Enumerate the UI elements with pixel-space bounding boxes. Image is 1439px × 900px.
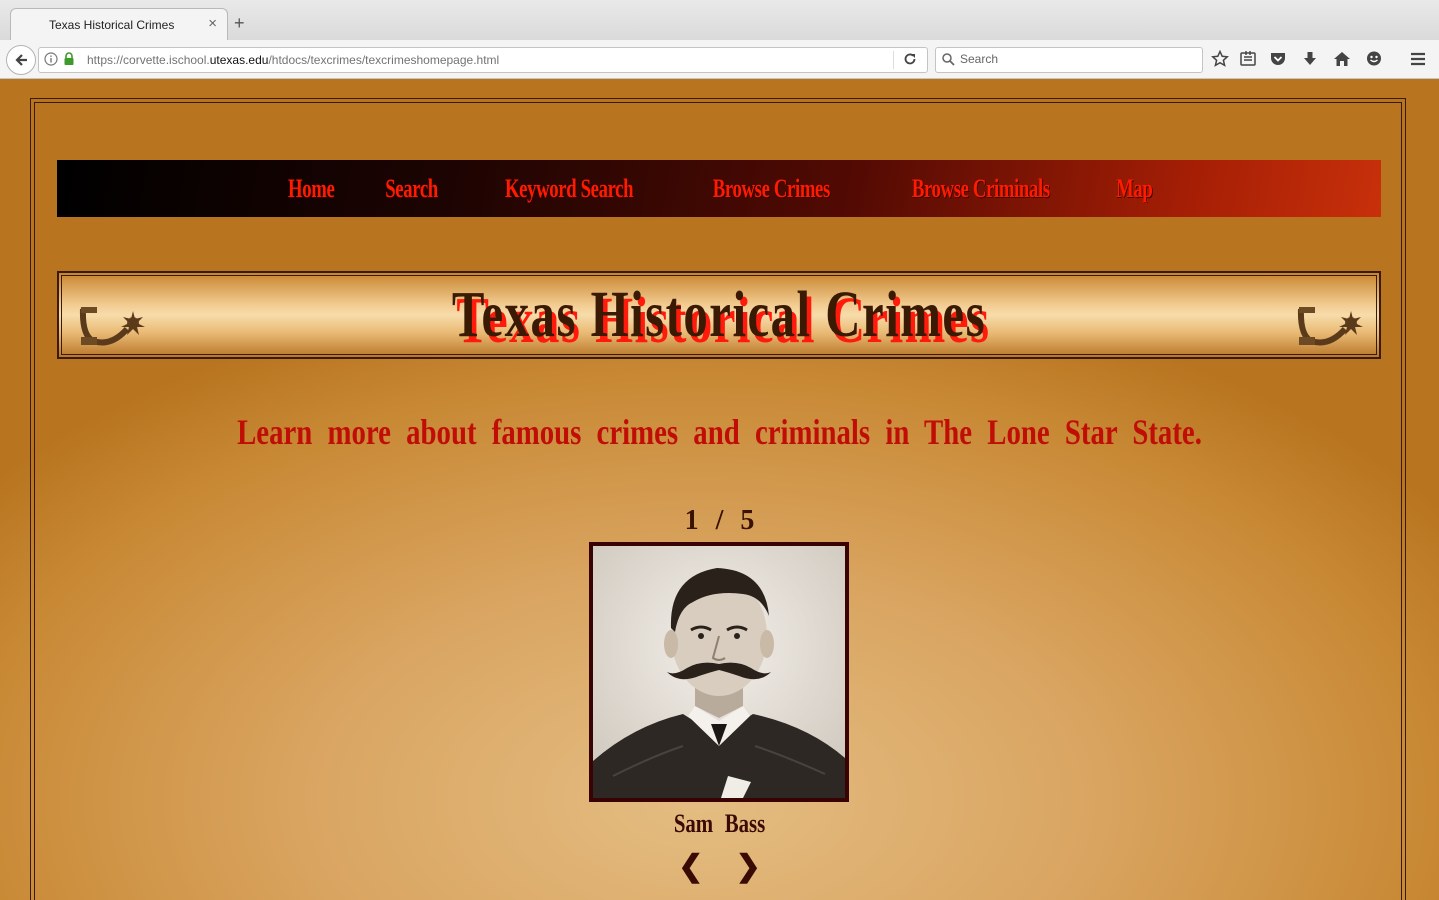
slide-caption: Sam Bass [673, 809, 766, 838]
lock-icon [64, 52, 74, 65]
search-icon [942, 53, 955, 66]
reload-icon[interactable] [903, 52, 917, 66]
pocket-icon[interactable] [1269, 50, 1287, 68]
search-bar[interactable] [935, 47, 1203, 73]
nav-link-browse-criminals[interactable]: Browse Criminals [912, 174, 1050, 204]
slide-photo[interactable] [589, 542, 849, 802]
hello-chat-icon[interactable] [1365, 50, 1383, 68]
nav-link-keyword-search[interactable]: Keyword Search [505, 174, 634, 204]
title-banner: Texas Historical Crimes [57, 271, 1381, 359]
tab-title: Texas Historical Crimes [49, 18, 175, 32]
back-button[interactable] [6, 45, 36, 75]
browser-tab[interactable]: Texas Historical Crimes × [10, 8, 228, 41]
spur-icon-left [79, 307, 145, 346]
site-title: Texas Historical Crimes [451, 278, 987, 351]
url-bar[interactable]: https://corvette.ischool.utexas.edu/htdo… [38, 47, 928, 73]
url-text[interactable]: https://corvette.ischool.utexas.edu/htdo… [87, 53, 499, 67]
page-body: Home Search Keyword Search Browse Crimes… [0, 79, 1439, 900]
site-navigation: Home Search Keyword Search Browse Crimes… [57, 160, 1381, 217]
bookmarks-list-icon[interactable] [1239, 50, 1257, 68]
tab-close-icon[interactable]: × [208, 15, 217, 32]
home-icon[interactable] [1333, 50, 1351, 68]
download-icon[interactable] [1301, 50, 1319, 68]
browser-tab-bar: Texas Historical Crimes × + [0, 0, 1439, 41]
slide-counter: 1 / 5 [684, 505, 755, 536]
url-separator [893, 51, 894, 69]
menu-icon[interactable] [1409, 50, 1427, 68]
prev-slide-button[interactable]: ❮ [678, 849, 703, 884]
nav-link-browse-crimes[interactable]: Browse Crimes [713, 174, 831, 204]
portrait-image [593, 546, 845, 798]
info-icon[interactable] [44, 52, 58, 66]
search-input[interactable] [960, 49, 1190, 69]
nav-link-search[interactable]: Search [385, 174, 438, 204]
nav-link-map[interactable]: Map [1116, 174, 1153, 204]
nav-link-home[interactable]: Home [288, 174, 335, 204]
back-arrow-icon [15, 54, 27, 66]
next-slide-button[interactable]: ❯ [736, 849, 761, 884]
slide-controls: ❮ ❯ [0, 849, 1439, 884]
browser-toolbar: https://corvette.ischool.utexas.edu/htdo… [0, 40, 1439, 79]
bookmark-star-icon[interactable] [1211, 50, 1229, 68]
spur-icon-right [1297, 307, 1363, 346]
tagline: Learn more about famous crimes and crimi… [237, 412, 1202, 452]
new-tab-button[interactable]: + [234, 14, 245, 32]
